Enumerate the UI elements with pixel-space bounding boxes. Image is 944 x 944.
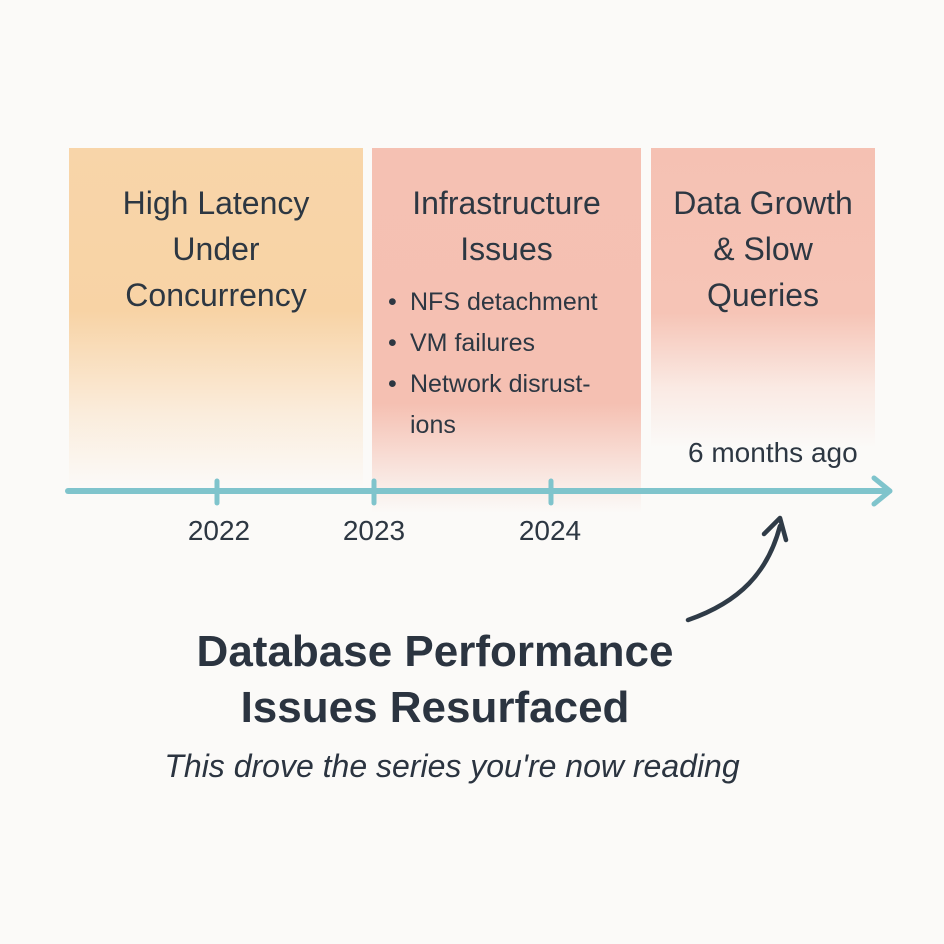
year-label-2024: 2024 [518, 515, 582, 546]
marker-label-6-months: 6 months ago [688, 437, 858, 468]
headline-subtitle: This drove the series you're now reading [164, 748, 740, 784]
curved-arrow [685, 523, 783, 623]
timeline-graphic [65, 475, 893, 623]
year-label-2023: 2023 [342, 515, 406, 546]
headline-title: Database Performance Issues Resurfaced [196, 627, 674, 732]
year-label-2022: 2022 [187, 515, 251, 546]
